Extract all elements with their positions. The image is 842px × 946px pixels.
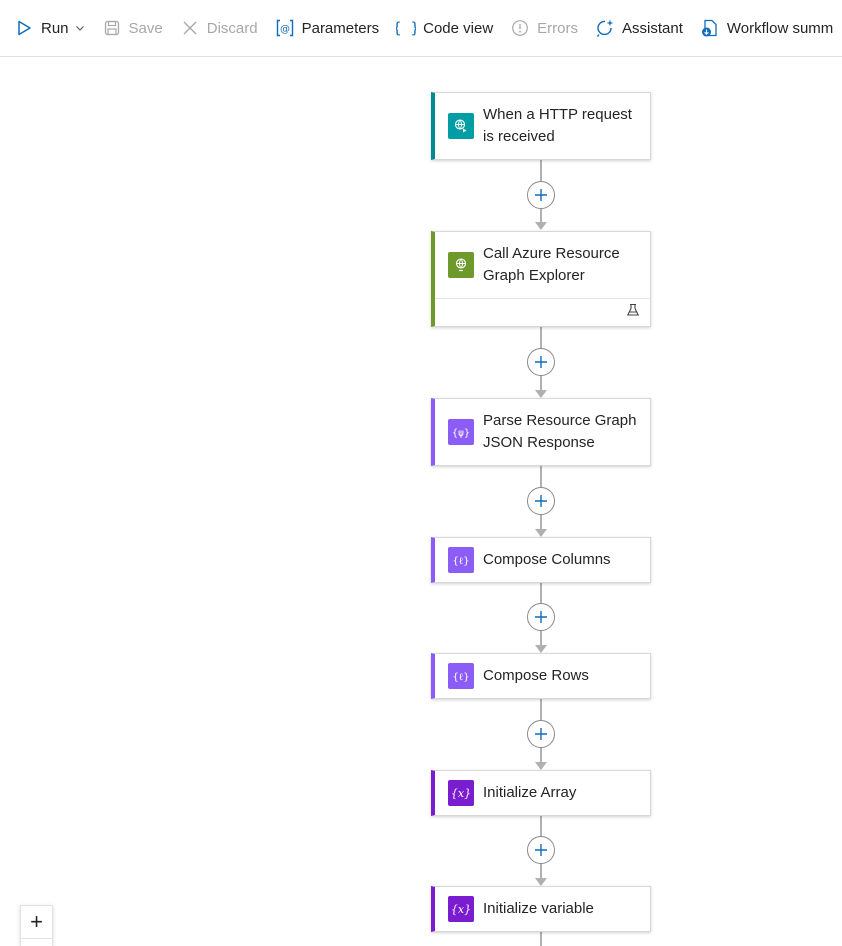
close-icon — [180, 18, 200, 38]
save-icon — [102, 18, 122, 38]
add-step-button[interactable] — [527, 348, 555, 376]
plus-icon — [535, 495, 547, 507]
variable-icon: {x} — [448, 780, 474, 806]
node-compose-columns[interactable]: {ℓ} Compose Columns — [431, 537, 651, 583]
add-step-button[interactable] — [527, 836, 555, 864]
run-button[interactable]: Run — [14, 12, 85, 44]
save-button[interactable]: Save — [102, 12, 163, 44]
plus-icon — [535, 189, 547, 201]
connector-arrow — [535, 529, 547, 537]
node-http-trigger[interactable]: When a HTTP request is received — [431, 92, 651, 160]
parse-json-icon: {ψ} — [448, 419, 474, 445]
designer-toolbar: Run Save Discard @ Parameters { } Code v… — [0, 0, 842, 57]
errors-label: Errors — [537, 19, 579, 37]
zoom-controls: + — [20, 905, 53, 946]
plus-icon — [535, 611, 547, 623]
svg-text:{ℓ}: {ℓ} — [453, 672, 470, 683]
node-initialize-array[interactable]: {x} Initialize Array — [431, 770, 651, 816]
assistant-label: Assistant — [622, 19, 683, 37]
run-label: Run — [41, 19, 69, 37]
connector-arrow — [535, 762, 547, 770]
errors-button[interactable]: Errors — [510, 12, 578, 44]
node-parse-json[interactable]: {ψ} Parse Resource Graph JSON Response — [431, 398, 651, 466]
discard-button[interactable]: Discard — [180, 12, 258, 44]
node-footer — [435, 298, 650, 326]
svg-text:@: @ — [280, 24, 290, 35]
assistant-button[interactable]: Assistant — [595, 12, 683, 44]
svg-text:{x}: {x} — [451, 787, 471, 800]
connector-line — [540, 932, 542, 946]
code-braces-icon: { } — [396, 18, 416, 38]
svg-text:{x}: {x} — [451, 903, 471, 916]
azure-http-icon — [448, 252, 474, 278]
connector-arrow — [535, 645, 547, 653]
code-view-button[interactable]: { } Code view — [396, 12, 493, 44]
document-download-icon — [700, 18, 720, 38]
node-title: Initialize variable — [483, 900, 594, 917]
node-compose-rows[interactable]: {ℓ} Compose Rows — [431, 653, 651, 699]
parameters-icon: @ — [275, 18, 295, 38]
http-request-icon — [448, 113, 474, 139]
node-call-azure-resource-graph[interactable]: Call Azure Resource Graph Explorer — [431, 231, 651, 327]
chevron-down-icon[interactable] — [75, 23, 85, 33]
svg-text:{ψ}: {ψ} — [452, 428, 470, 439]
assistant-sparkle-icon — [595, 18, 615, 38]
plus-icon — [535, 728, 547, 740]
workflow-canvas[interactable] — [0, 58, 842, 946]
node-title: When a HTTP request is received — [483, 106, 632, 145]
node-title: Compose Rows — [483, 667, 589, 684]
discard-label: Discard — [206, 19, 258, 37]
workflow-summary-label: Workflow summ — [726, 19, 834, 37]
add-step-button[interactable] — [527, 181, 555, 209]
add-step-button[interactable] — [527, 603, 555, 631]
save-label: Save — [128, 19, 163, 37]
add-step-button[interactable] — [527, 720, 555, 748]
test-flask-icon[interactable] — [626, 303, 640, 322]
connector-arrow — [535, 878, 547, 886]
compose-icon: {ℓ} — [448, 547, 474, 573]
connector-arrow — [535, 390, 547, 398]
parameters-button[interactable]: @ Parameters — [275, 12, 380, 44]
svg-text:{ℓ}: {ℓ} — [453, 556, 470, 567]
play-icon — [14, 18, 34, 38]
plus-icon — [535, 356, 547, 368]
svg-text:{ }: { } — [396, 19, 416, 37]
compose-icon: {ℓ} — [448, 663, 474, 689]
node-title: Initialize Array — [483, 784, 577, 801]
parameters-label: Parameters — [301, 19, 380, 37]
node-title: Parse Resource Graph JSON Response — [483, 412, 637, 451]
plus-icon — [535, 844, 547, 856]
connector-arrow — [535, 222, 547, 230]
node-title: Compose Columns — [483, 551, 611, 568]
zoom-in-button[interactable]: + — [21, 906, 52, 939]
zoom-in-icon: + — [30, 909, 43, 934]
code-view-label: Code view — [423, 19, 494, 37]
workflow-summary-button[interactable]: Workflow summ — [700, 12, 833, 44]
node-title: Call Azure Resource Graph Explorer — [483, 245, 620, 284]
add-step-button[interactable] — [527, 487, 555, 515]
node-initialize-variable[interactable]: {x} Initialize variable — [431, 886, 651, 932]
error-circle-icon — [510, 18, 530, 38]
variable-icon: {x} — [448, 896, 474, 922]
